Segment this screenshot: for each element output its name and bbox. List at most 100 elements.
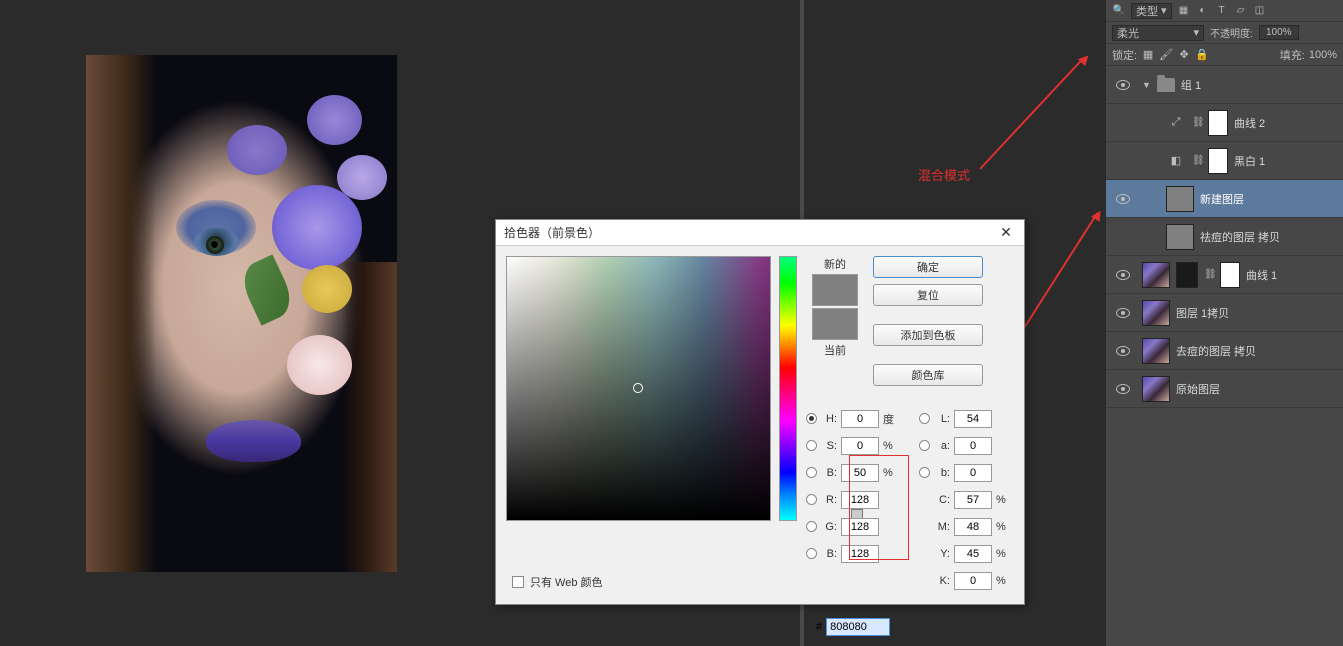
lock-paint-icon[interactable]: 🖌 <box>1159 48 1173 62</box>
layer-name[interactable]: 新建图层 <box>1200 191 1244 207</box>
layer-filter-row: 🔍 类型▾ ▦ ◐ T ▱ ◫ <box>1106 0 1343 22</box>
layer-thumb[interactable] <box>1142 338 1170 364</box>
color-field[interactable] <box>506 256 771 521</box>
dialog-title: 拾色器（前景色） <box>504 224 996 241</box>
filter-pixel-icon[interactable]: ▦ <box>1177 4 1191 18</box>
radio-s[interactable] <box>806 440 817 451</box>
web-only-checkbox[interactable] <box>512 576 524 588</box>
current-color-swatch[interactable] <box>812 308 858 340</box>
input-a[interactable] <box>954 437 992 455</box>
input-b[interactable] <box>954 464 992 482</box>
layer-name[interactable]: 曲线 1 <box>1246 267 1277 283</box>
lock-transparent-icon[interactable]: ▦ <box>1141 48 1155 62</box>
fill-value[interactable]: 100% <box>1309 49 1337 61</box>
mask-thumb[interactable] <box>1220 262 1240 288</box>
layer-name[interactable]: 去痘的图层 拷贝 <box>1176 343 1256 359</box>
cancel-button[interactable]: 复位 <box>873 284 983 306</box>
lock-fill-row: 锁定: ▦ 🖌 ✥ 🔒 填充: 100% <box>1106 44 1343 66</box>
link-icon[interactable]: ⛓ <box>1192 155 1202 166</box>
ok-button[interactable]: 确定 <box>873 256 983 278</box>
color-picker-dialog: 拾色器（前景色） ✕ 新的 当前 确定 复位 添加到色板 颜色库 H:度L: S… <box>495 219 1025 605</box>
filter-type-select[interactable]: 类型▾ <box>1131 3 1172 19</box>
input-m[interactable] <box>954 518 992 536</box>
layer-thumb[interactable] <box>1142 300 1170 326</box>
hex-input[interactable] <box>826 618 890 636</box>
color-cursor[interactable] <box>633 383 643 393</box>
visibility-icon[interactable] <box>1116 194 1130 204</box>
input-h[interactable] <box>841 410 879 428</box>
filter-smart-icon[interactable]: ◫ <box>1253 4 1267 18</box>
color-lib-button[interactable]: 颜色库 <box>873 364 983 386</box>
opacity-value[interactable]: 100% <box>1259 25 1299 40</box>
blend-mode-select[interactable]: 柔光▾ <box>1112 25 1204 41</box>
layer-thumb[interactable] <box>1142 376 1170 402</box>
mask-thumb[interactable] <box>1208 148 1228 174</box>
add-swatch-button[interactable]: 添加到色板 <box>873 324 983 346</box>
opacity-label: 不透明度: <box>1210 25 1253 40</box>
layer-group[interactable]: ▼ 组 1 <box>1106 66 1343 104</box>
hue-slider[interactable] <box>779 256 797 521</box>
layer-thumb[interactable] <box>1166 224 1194 250</box>
radio-r[interactable] <box>806 494 817 505</box>
layer-curves-1[interactable]: ⛓ 曲线 1 <box>1106 256 1343 294</box>
layer-name[interactable]: 黑白 1 <box>1234 153 1265 169</box>
fill-label: 填充: <box>1280 47 1305 63</box>
link-icon[interactable]: ⛓ <box>1204 269 1214 280</box>
bw-icon: ◧ <box>1166 151 1186 171</box>
web-only-label: 只有 Web 颜色 <box>530 574 603 590</box>
radio-b[interactable] <box>806 467 817 478</box>
arrow-1 <box>979 60 1081 170</box>
document-image[interactable] <box>86 55 397 572</box>
lock-all-icon[interactable]: 🔒 <box>1195 48 1209 62</box>
input-s[interactable] <box>841 437 879 455</box>
radio-bl[interactable] <box>806 548 817 559</box>
folder-icon <box>1157 78 1175 92</box>
radio-g[interactable] <box>806 521 817 532</box>
layer-name[interactable]: 图层 1拷贝 <box>1176 305 1229 321</box>
layer-bw-1[interactable]: ◧ ⛓ 黑白 1 <box>1106 142 1343 180</box>
layer-qudou-copy[interactable]: 祛痘的图层 拷贝 <box>1106 218 1343 256</box>
lock-label: 锁定: <box>1112 47 1137 63</box>
layer-name[interactable]: 组 1 <box>1181 77 1201 93</box>
chevron-down-icon[interactable]: ▼ <box>1142 80 1151 90</box>
link-icon[interactable]: ⛓ <box>1192 117 1202 128</box>
radio-h[interactable] <box>806 413 817 424</box>
layer-thumb[interactable] <box>1142 262 1170 288</box>
layer-curves-2[interactable]: ⤢ ⛓ 曲线 2 <box>1106 104 1343 142</box>
close-button[interactable]: ✕ <box>996 223 1016 243</box>
layer-original[interactable]: 原始图层 <box>1106 370 1343 408</box>
input-k[interactable] <box>954 572 992 590</box>
mask-thumb[interactable] <box>1208 110 1228 136</box>
blend-opacity-row: 柔光▾ 不透明度: 100% <box>1106 22 1343 44</box>
input-c[interactable] <box>954 491 992 509</box>
filter-shape-icon[interactable]: ▱ <box>1234 4 1248 18</box>
highlight-box-rgb <box>849 455 909 560</box>
radio-b2[interactable] <box>919 467 930 478</box>
search-icon[interactable]: 🔍 <box>1112 4 1126 18</box>
curves-icon: ⤢ <box>1166 113 1186 133</box>
layer-new[interactable]: 新建图层 <box>1106 180 1343 218</box>
layer-thumb[interactable] <box>1166 186 1194 212</box>
radio-a[interactable] <box>919 440 930 451</box>
hex-row: # <box>816 618 890 636</box>
layer-qudou-2[interactable]: 去痘的图层 拷贝 <box>1106 332 1343 370</box>
layer-thumb-2[interactable] <box>1176 262 1198 288</box>
layer-name[interactable]: 原始图层 <box>1176 381 1220 397</box>
layer-1-copy[interactable]: 图层 1拷贝 <box>1106 294 1343 332</box>
visibility-icon[interactable] <box>1116 270 1130 280</box>
visibility-icon[interactable] <box>1116 308 1130 318</box>
lock-move-icon[interactable]: ✥ <box>1177 48 1191 62</box>
new-color-swatch <box>812 274 858 306</box>
radio-l[interactable] <box>919 413 930 424</box>
layers-panel: 🔍 类型▾ ▦ ◐ T ▱ ◫ 柔光▾ 不透明度: 100% 锁定: ▦ 🖌 ✥… <box>1105 0 1343 646</box>
visibility-icon[interactable] <box>1116 80 1130 90</box>
filter-type-icon[interactable]: T <box>1215 4 1229 18</box>
layer-name[interactable]: 曲线 2 <box>1234 115 1265 131</box>
input-l[interactable] <box>954 410 992 428</box>
visibility-icon[interactable] <box>1116 384 1130 394</box>
filter-adjust-icon[interactable]: ◐ <box>1196 4 1210 18</box>
visibility-icon[interactable] <box>1116 346 1130 356</box>
layer-name[interactable]: 祛痘的图层 拷贝 <box>1200 229 1280 245</box>
dialog-titlebar[interactable]: 拾色器（前景色） ✕ <box>496 220 1024 246</box>
input-y[interactable] <box>954 545 992 563</box>
